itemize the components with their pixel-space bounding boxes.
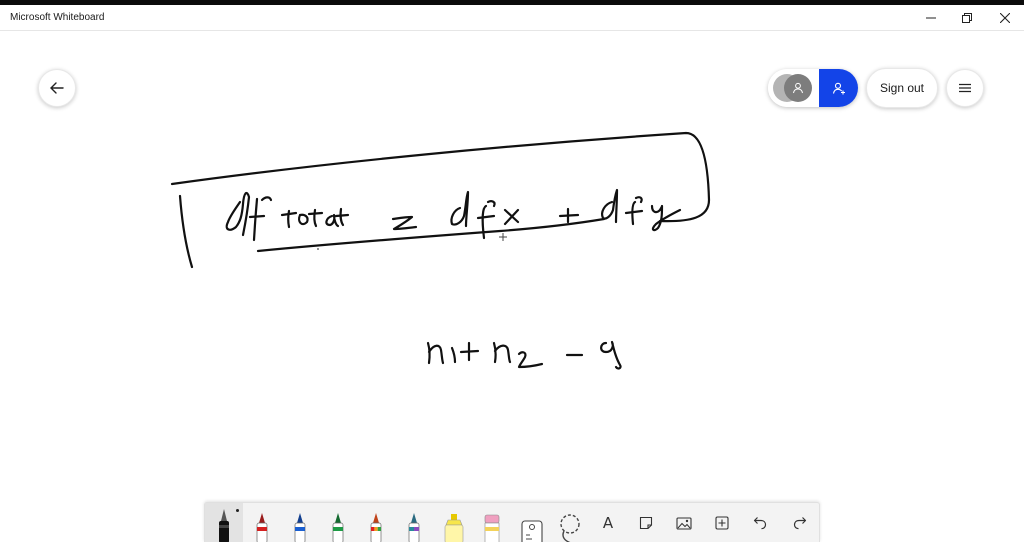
lasso-icon: [560, 514, 580, 542]
collaborators-toggle[interactable]: [768, 69, 858, 107]
whiteboard-canvas[interactable]: Sign out: [0, 32, 1024, 502]
sticky-note-icon: [639, 516, 653, 530]
tool-eraser[interactable]: [473, 503, 511, 542]
pen-green-icon: [332, 513, 344, 542]
undo-icon: [753, 517, 767, 530]
tool-pen-black[interactable]: [205, 503, 243, 542]
close-button[interactable]: [986, 5, 1024, 31]
tool-text[interactable]: A: [589, 503, 627, 542]
tool-pen-blue[interactable]: [281, 503, 319, 542]
pen-galaxy-icon: [408, 513, 420, 542]
text-tool-label: A: [602, 514, 614, 532]
ink-toolbar: A: [204, 502, 820, 542]
restore-icon: [962, 13, 972, 23]
restore-button[interactable]: [948, 5, 986, 31]
person-icon: [793, 82, 803, 94]
minimize-button[interactable]: [912, 5, 950, 31]
cursor-marker: [499, 233, 507, 241]
pen-red-icon: [256, 513, 268, 542]
avatar: [784, 74, 812, 102]
pen-rainbow-icon: [370, 513, 382, 542]
tool-pen-red[interactable]: [243, 503, 281, 542]
add-person-icon: [832, 82, 845, 94]
tool-pen-galaxy[interactable]: [395, 503, 433, 542]
app-title: Microsoft Whiteboard: [10, 12, 105, 23]
invite-button[interactable]: [819, 69, 858, 107]
tool-sticky-note[interactable]: [627, 503, 665, 542]
ruler-icon: [521, 520, 543, 542]
close-icon: [1000, 13, 1010, 23]
title-bar: Microsoft Whiteboard: [0, 5, 1024, 31]
tool-redo[interactable]: [781, 503, 819, 542]
collaborator-avatars[interactable]: [768, 69, 818, 107]
selected-indicator: [236, 509, 239, 512]
menu-button[interactable]: [946, 69, 984, 107]
tool-pen-green[interactable]: [319, 503, 357, 542]
back-button[interactable]: [38, 69, 76, 107]
tool-lasso[interactable]: [551, 503, 589, 542]
plus-square-icon: [715, 516, 729, 530]
tool-image[interactable]: [665, 503, 703, 542]
arrow-left-icon: [50, 82, 64, 94]
pen-blue-icon: [294, 513, 306, 542]
pen-black-icon: [219, 509, 229, 542]
tool-ruler[interactable]: [513, 503, 551, 542]
tool-highlighter[interactable]: [435, 503, 473, 542]
image-icon: [676, 516, 692, 530]
eraser-icon: [484, 514, 500, 542]
tool-insert[interactable]: [703, 503, 741, 542]
hamburger-menu-icon: [959, 83, 971, 93]
tool-pen-rainbow[interactable]: [357, 503, 395, 542]
minimize-icon: [926, 17, 936, 19]
tool-undo[interactable]: [741, 503, 779, 542]
handwriting-ink: [170, 131, 711, 370]
redo-icon: [793, 517, 807, 530]
sign-out-button[interactable]: Sign out: [866, 68, 938, 108]
highlighter-icon: [444, 514, 464, 542]
